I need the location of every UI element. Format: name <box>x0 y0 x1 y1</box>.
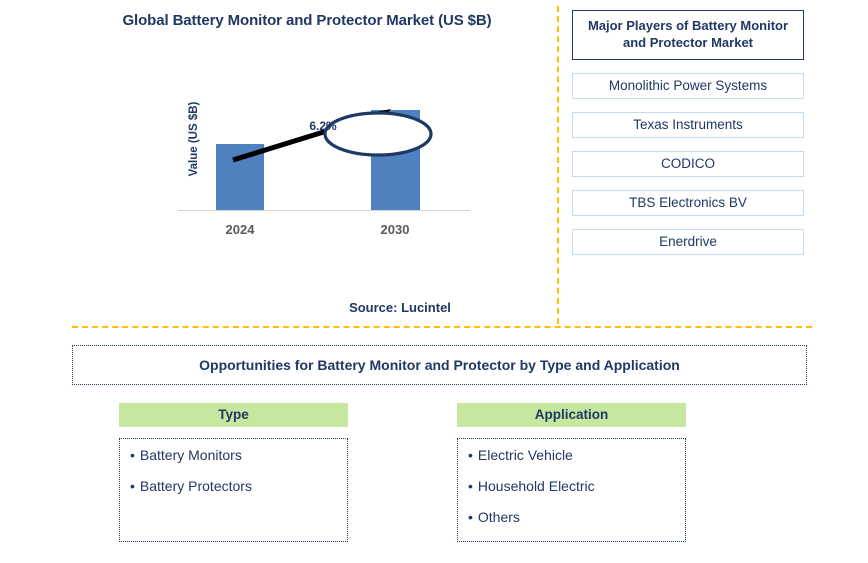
category-list-application: • Electric Vehicle • Household Electric • O… <box>457 438 686 542</box>
list-item: • Others <box>468 510 685 524</box>
category-header-application: Application <box>457 403 686 427</box>
bullet-icon: • <box>130 447 135 463</box>
bar-chart: Value (US $B) 2024 2030 6.2% <box>150 95 480 245</box>
opportunities-title: Opportunities for Battery Monitor and Pr… <box>199 357 680 373</box>
bullet-icon: • <box>468 509 473 525</box>
list-item: • Household Electric <box>468 479 685 493</box>
list-item-label: Electric Vehicle <box>477 447 573 463</box>
list-item-label: Battery Protectors <box>139 478 252 494</box>
x-tick-label-2024: 2024 <box>225 222 255 237</box>
player-item-tbs-electronics-bv[interactable]: TBS Electronics BV <box>572 190 804 217</box>
list-item-label: Battery Monitors <box>139 447 242 463</box>
infographic-page: Global Battery Monitor and Protector Mar… <box>0 0 868 563</box>
x-axis-baseline <box>178 210 470 211</box>
category-header-type: Type <box>119 403 348 427</box>
list-item: • Electric Vehicle <box>468 448 685 462</box>
cagr-value-label: 6.2% <box>309 119 337 133</box>
category-column-type: Type • Battery Monitors • Battery Protecto… <box>119 403 348 542</box>
list-item-label: Household Electric <box>477 478 595 494</box>
vertical-divider <box>557 6 559 324</box>
player-item-monolithic-power-systems[interactable]: Monolithic Power Systems <box>572 73 804 100</box>
source-note: Source: Lucintel <box>349 300 451 315</box>
bullet-icon: • <box>468 447 473 463</box>
list-item-label: Others <box>477 509 520 525</box>
major-players-panel: Major Players of Battery Monitor and Pro… <box>572 10 804 256</box>
chart-title: Global Battery Monitor and Protector Mar… <box>122 12 492 29</box>
cagr-callout-graphic <box>232 109 433 163</box>
x-tick-label-2030: 2030 <box>380 222 410 237</box>
player-item-texas-instruments[interactable]: Texas Instruments <box>572 112 804 139</box>
player-item-enerdrive[interactable]: Enerdrive <box>572 229 804 256</box>
player-item-codico[interactable]: CODICO <box>572 151 804 178</box>
list-item: • Battery Monitors <box>130 448 347 462</box>
category-column-application: Application • Electric Vehicle • Household… <box>457 403 686 542</box>
list-item: • Battery Protectors <box>130 479 347 493</box>
horizontal-divider <box>72 326 812 328</box>
chart-plot-area: 2024 2030 6.2% <box>178 95 470 245</box>
bullet-icon: • <box>130 478 135 494</box>
bullet-icon: • <box>468 478 473 494</box>
major-players-header: Major Players of Battery Monitor and Pro… <box>572 10 804 61</box>
opportunities-banner: Opportunities for Battery Monitor and Pr… <box>72 345 807 385</box>
category-list-type: • Battery Monitors • Battery Protectors <box>119 438 348 542</box>
